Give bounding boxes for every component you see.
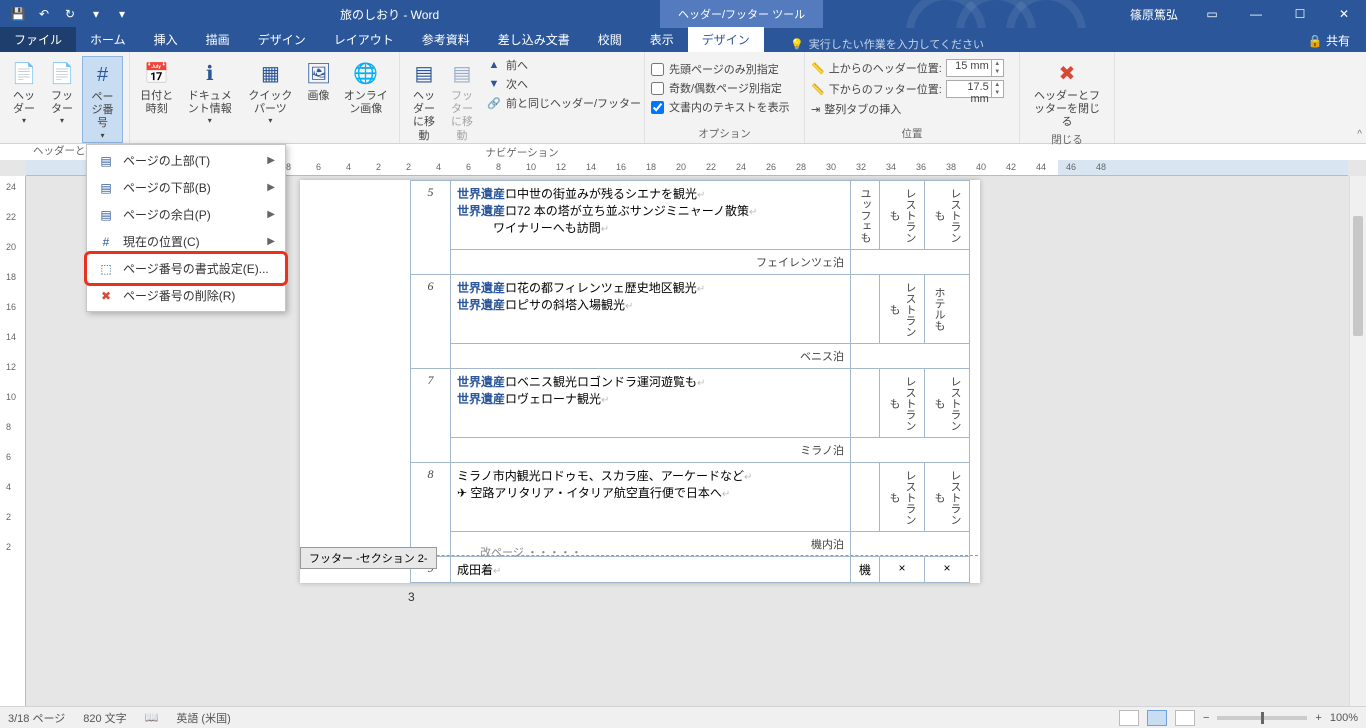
zoom-slider[interactable] [1217, 716, 1307, 720]
nav-next[interactable]: ▼次へ [482, 75, 645, 93]
tab-view[interactable]: 表示 [636, 27, 688, 52]
tell-me[interactable]: 実行したい作業を入力してください [790, 36, 984, 52]
tab-insert[interactable]: 挿入 [140, 27, 192, 52]
footer-section-tag: フッター -セクション 2- [300, 547, 437, 569]
tab-draw[interactable]: 描画 [192, 27, 244, 52]
datetime-button[interactable]: 📅日付と時刻 [136, 56, 177, 118]
header-pos-input[interactable]: 15 mm▲▼ [946, 59, 1004, 77]
itinerary-table: 5 世界遺産ロ中世の街並みが残るシエナを観光↵世界遺産ロ72 本の塔が立ち並ぶサ… [410, 180, 970, 583]
quickparts-button[interactable]: ▦クイック パーツ▾ [242, 56, 298, 128]
page-number-menu: ▤ページの上部(T)▶ ▤ページの下部(B)▶ ▤ページの余白(P)▶ #現在の… [86, 144, 286, 312]
menu-format-page-number[interactable]: ⬚ページ番号の書式設定(E)... [89, 255, 283, 282]
tab-design[interactable]: デザイン [244, 27, 320, 52]
opt-odd-even[interactable]: 奇数/偶数ページ別指定 [651, 79, 790, 97]
undo-icon[interactable]: ↶ [32, 3, 56, 25]
zoom-level[interactable]: 100% [1330, 712, 1358, 724]
page-number-button[interactable]: #ページ番号▾ [82, 56, 123, 143]
nav-prev[interactable]: ▲前へ [482, 56, 645, 74]
redo-icon[interactable]: ↻ [58, 3, 82, 25]
nav-same[interactable]: 🔗前と同じヘッダー/フッター [482, 94, 645, 112]
menu-page-margin[interactable]: ▤ページの余白(P)▶ [89, 201, 283, 228]
status-lang[interactable]: 英語 (米国) [176, 710, 230, 726]
collapse-ribbon-icon[interactable]: ^ [1357, 129, 1362, 140]
picture-button[interactable]: 🖼画像 [301, 56, 337, 105]
ribbon-options-icon[interactable]: ▭ [1190, 0, 1234, 28]
menu-page-bottom[interactable]: ▤ページの下部(B)▶ [89, 174, 283, 201]
menu-remove-page-number[interactable]: ✖ページ番号の削除(R) [89, 282, 283, 309]
zoom-in-icon[interactable]: + [1315, 712, 1321, 724]
view-read-icon[interactable] [1119, 710, 1139, 726]
maximize-icon[interactable]: ☐ [1278, 0, 1322, 28]
view-web-icon[interactable] [1175, 710, 1195, 726]
docinfo-button[interactable]: ℹドキュメント情報▾ [179, 56, 240, 128]
group-label-pos: 位置 [811, 126, 1013, 141]
group-label-nav: ナビゲーション [406, 145, 638, 160]
close-icon[interactable]: ✕ [1322, 0, 1366, 28]
goto-footer-button: ▤フッターに移動 [444, 56, 480, 145]
window-title: 旅のしおり - Word [340, 6, 439, 23]
contextual-tool-tab: ヘッダー/フッター ツール [660, 0, 823, 28]
menu-current-pos[interactable]: #現在の位置(C)▶ [89, 228, 283, 255]
qat-custom-icon[interactable]: ▾ [110, 3, 134, 25]
share-button[interactable]: 🔒 共有 [1300, 29, 1358, 52]
status-page[interactable]: 3/18 ページ [8, 710, 65, 726]
ruler-vertical[interactable]: 242220181614121086422 [0, 176, 26, 706]
tab-mailings[interactable]: 差し込み文書 [484, 27, 584, 52]
opt-show-text[interactable]: 文書内のテキストを表示 [651, 98, 790, 116]
close-hf-button[interactable]: ✖ヘッダーとフッターを閉じる [1026, 56, 1108, 132]
document-page: 5 世界遺産ロ中世の街並みが残るシエナを観光↵世界遺産ロ72 本の塔が立ち並ぶサ… [300, 180, 980, 583]
view-print-icon[interactable] [1147, 710, 1167, 726]
user-name[interactable]: 篠原篤弘 [1118, 6, 1190, 23]
scrollbar-vertical[interactable] [1349, 176, 1366, 706]
goto-header-button[interactable]: ▤ヘッダーに移動 [406, 56, 442, 145]
group-label-close: 閉じる [1026, 132, 1108, 147]
tab-layout[interactable]: レイアウト [320, 27, 408, 52]
tab-home[interactable]: ホーム [76, 27, 140, 52]
opt-first-page[interactable]: 先頭ページのみ別指定 [651, 60, 790, 78]
minimize-icon[interactable]: — [1234, 0, 1278, 28]
menu-page-top[interactable]: ▤ページの上部(T)▶ [89, 147, 283, 174]
online-picture-button[interactable]: 🌐オンライン画像 [339, 56, 393, 118]
footer-page-number[interactable]: 3 [408, 590, 415, 604]
footer-button[interactable]: 📄フッター▾ [44, 56, 80, 128]
tab-references[interactable]: 参考資料 [408, 27, 484, 52]
tab-tool-design[interactable]: デザイン [688, 27, 764, 52]
group-label-opt: オプション [651, 126, 798, 141]
zoom-out-icon[interactable]: − [1203, 712, 1209, 724]
status-proof-icon[interactable]: 📖 [145, 711, 159, 724]
qat-more-icon[interactable]: ▾ [84, 3, 108, 25]
footer-pos-input[interactable]: 17.5 mm▲▼ [946, 80, 1004, 98]
header-button[interactable]: 📄ヘッダー▾ [6, 56, 42, 128]
tab-review[interactable]: 校閲 [584, 27, 636, 52]
save-icon[interactable]: 💾 [6, 3, 30, 25]
page-break-marker: 改ページ ・・・・・ [480, 544, 582, 560]
tab-file[interactable]: ファイル [0, 27, 76, 52]
status-words[interactable]: 820 文字 [83, 710, 126, 726]
